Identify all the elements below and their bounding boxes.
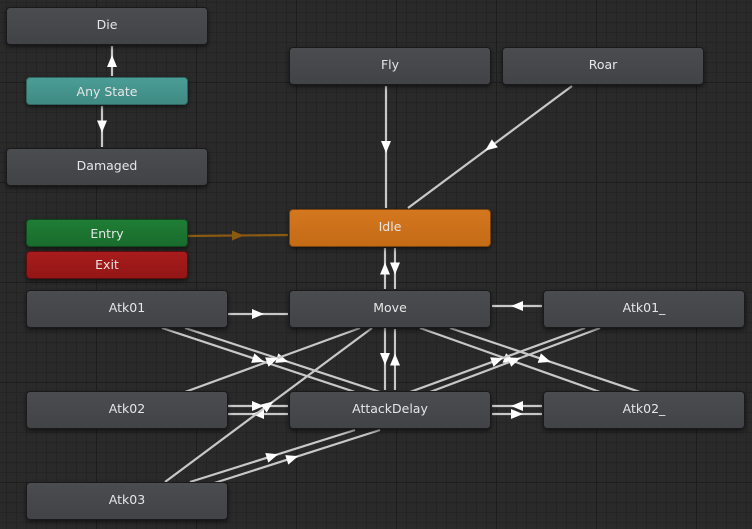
state-atk02-label: Atk02 (108, 401, 146, 416)
arrowhead-icon (537, 353, 551, 363)
state-atk01-underscore-label: Atk01_ (622, 300, 666, 315)
state-atk01[interactable]: Atk01 (26, 290, 228, 328)
transition-move-to-idle[interactable] (380, 248, 390, 289)
state-idle-label: Idle (378, 219, 402, 234)
state-machine-graph[interactable]: Die Any State Damaged Entry Exit Fly Roa… (0, 0, 752, 529)
state-fly[interactable]: Fly (289, 47, 491, 85)
state-idle[interactable]: Idle (289, 209, 491, 247)
state-any-state-label: Any State (76, 84, 138, 99)
arrowhead-icon (511, 301, 523, 311)
state-die[interactable]: Die (6, 7, 208, 45)
transition-atk01-to-attackdelay[interactable] (161, 326, 356, 394)
arrowhead-icon (511, 401, 523, 411)
transition-atk02u-to-attackdelay[interactable] (492, 401, 542, 411)
state-atk01-label: Atk01 (108, 300, 146, 315)
state-move[interactable]: Move (289, 290, 491, 328)
state-move-label: Move (373, 300, 407, 315)
transition-attackdelay-to-move[interactable] (390, 329, 400, 390)
arrowhead-icon (251, 353, 265, 363)
transition-any-to-die[interactable] (107, 46, 117, 76)
arrowhead-icon (485, 139, 498, 151)
arrowhead-icon (107, 55, 117, 67)
transition-attackdelay-atk01u-2[interactable] (409, 326, 586, 394)
state-entry-label: Entry (90, 226, 124, 241)
arrowhead-icon (97, 120, 107, 133)
transition-attackdelay-to-atk02u[interactable] (492, 409, 542, 419)
transition-fly-to-idle[interactable] (381, 86, 391, 208)
state-damaged[interactable]: Damaged (6, 148, 208, 186)
transition-atk01u-to-move[interactable] (492, 301, 542, 311)
transition-entry-to-idle[interactable] (187, 230, 289, 241)
state-attack-delay-label: AttackDelay (352, 401, 428, 416)
state-atk01-underscore[interactable]: Atk01_ (543, 290, 745, 328)
state-exit[interactable]: Exit (26, 251, 188, 279)
state-atk02[interactable]: Atk02 (26, 391, 228, 429)
state-atk03-label: Atk03 (108, 492, 146, 507)
arrowhead-icon (390, 262, 400, 275)
arrowhead-icon (265, 453, 279, 463)
state-atk03[interactable]: Atk03 (26, 482, 228, 520)
state-fly-label: Fly (380, 57, 400, 72)
state-any-state[interactable]: Any State (26, 77, 188, 105)
state-roar-label: Roar (588, 57, 618, 72)
transition-roar-to-idle[interactable] (407, 85, 573, 209)
transition-move-to-atk02u[interactable] (449, 326, 641, 394)
arrowhead-icon (380, 262, 390, 275)
transition-idle-to-move[interactable] (390, 248, 400, 289)
state-entry[interactable]: Entry (26, 219, 188, 247)
transition-atk02-to-attackdelay[interactable] (228, 401, 288, 411)
transition-atk01-to-move[interactable] (228, 309, 288, 319)
arrowhead-icon (252, 309, 264, 319)
arrowhead-icon (390, 353, 400, 366)
arrowhead-icon (285, 455, 299, 465)
state-atk02-underscore-label: Atk02_ (622, 401, 666, 416)
transition-move-to-attackdelay[interactable] (380, 328, 390, 390)
arrowhead-icon (231, 230, 244, 241)
transition-atk03-to-attackdelay[interactable] (189, 428, 356, 484)
state-exit-label: Exit (95, 257, 119, 272)
transition-attackdelay-to-atk03[interactable] (204, 428, 381, 488)
state-atk02-underscore[interactable]: Atk02_ (543, 391, 745, 429)
state-attack-delay[interactable]: AttackDelay (289, 391, 491, 429)
state-roar[interactable]: Roar (502, 47, 704, 85)
arrowhead-icon (511, 409, 523, 419)
arrowhead-icon (381, 141, 391, 153)
transition-any-to-damaged[interactable] (97, 106, 107, 147)
state-damaged-label: Damaged (76, 158, 138, 173)
state-die-label: Die (96, 17, 118, 32)
arrowhead-icon (380, 353, 390, 365)
